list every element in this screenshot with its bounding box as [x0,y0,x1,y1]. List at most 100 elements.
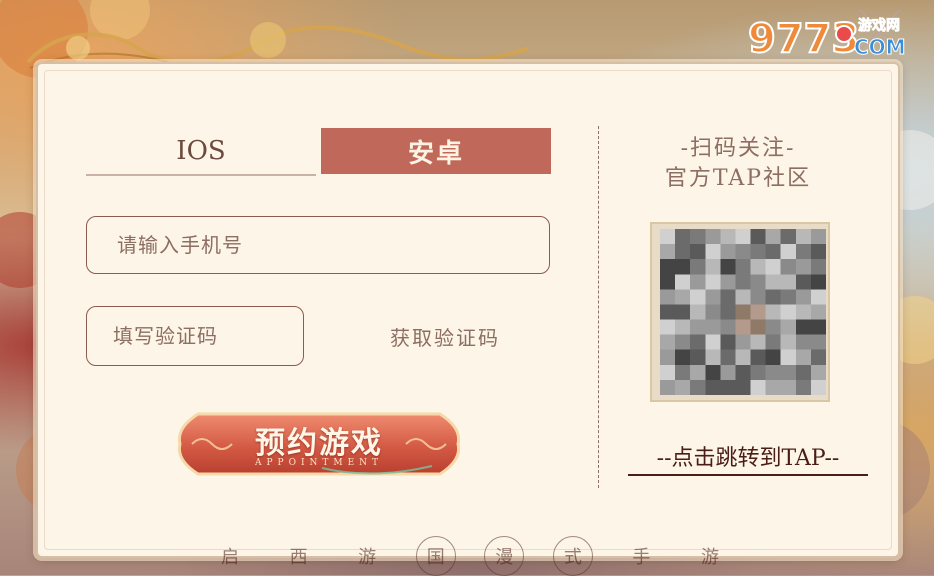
qr-cell [690,259,706,275]
qr-cell [705,289,721,305]
qr-cell [765,244,781,260]
qr-cell [810,259,826,275]
qr-cell [765,274,781,290]
qr-cell [735,319,751,335]
qr-code-icon [660,229,826,395]
qr-cell [750,244,766,260]
slogan-char: 启 [221,547,239,568]
qr-cell [660,274,676,290]
qr-cell [780,379,796,395]
qr-cell [810,349,826,365]
qr-cell [765,334,781,350]
qr-cell [660,244,676,260]
qr-cell [765,349,781,365]
qr-cell [675,244,691,260]
qr-cell [780,334,796,350]
tap-link[interactable]: --点击跳转到TAP-- [628,440,868,476]
qr-cell [795,364,811,380]
verification-code-input[interactable] [86,306,304,366]
qr-cell [675,229,691,245]
qr-cell [705,334,721,350]
qr-cell [780,364,796,380]
qr-cell [660,334,676,350]
qr-cell [720,244,736,260]
qr-cell [750,334,766,350]
qr-cell [765,379,781,395]
qr-cell [720,304,736,320]
get-code-button[interactable]: 获取验证码 [356,320,534,352]
qr-cell [750,304,766,320]
qr-cell [780,349,796,365]
qr-cell [750,319,766,335]
tab-ios[interactable]: IOS [86,128,316,176]
qr-cell [690,229,706,245]
qr-cell [780,274,796,290]
qr-cell [810,364,826,380]
qr-title: -扫码关注- [680,136,796,161]
qr-cell [765,229,781,245]
appointment-label: 预约游戏 [255,426,383,461]
qr-cell [720,229,736,245]
qr-cell [735,244,751,260]
qr-cell [795,334,811,350]
slogan-char: 国 [415,536,456,576]
qr-cell [690,244,706,260]
appointment-sublabel: APPOINTMENT [254,458,384,468]
slogan-char: 手 [632,547,651,568]
qr-cell [735,364,751,380]
qr-cell [765,364,781,380]
qr-cell [795,229,811,245]
qr-cell [810,334,826,350]
qr-cell [690,319,706,335]
qr-cell [705,379,721,395]
qr-cell [795,349,811,365]
phone-input[interactable] [86,216,550,274]
qr-cell [675,319,691,335]
qr-cell [675,259,691,275]
tab-android[interactable]: 安卓 [321,128,551,174]
qr-cell [705,244,721,260]
qr-cell [810,229,826,245]
qr-cell [795,379,811,395]
site-logo-icon: 9773 游戏网 COM [747,15,906,63]
qr-cell [690,349,706,365]
qr-cell [780,319,796,335]
qr-cell [675,274,691,290]
qr-cell [735,334,751,350]
qr-cell [720,379,736,395]
qr-cell [765,259,781,275]
qr-cell [690,364,706,380]
qr-cell [735,274,751,290]
qr-cell [765,304,781,320]
qr-cell [795,304,811,320]
qr-cell [765,289,781,305]
qr-cell [660,364,676,380]
qr-cell [690,379,706,395]
slogan-char: 游 [358,547,377,568]
qr-cell [705,229,721,245]
bottom-slogan: 启 西 游 国 漫 式 手 游 [210,536,730,576]
qr-frame [650,222,830,402]
qr-cell [810,289,826,305]
section-divider [598,126,599,488]
qr-cell [675,349,691,365]
qr-cell [720,349,736,365]
qr-cell [780,304,796,320]
qr-cell [795,274,811,290]
qr-cell [750,349,766,365]
slogan-char: 西 [289,547,308,568]
appointment-button[interactable]: 预约游戏 APPOINTMENT [172,408,466,482]
qr-cell [675,304,691,320]
qr-subtitle: 官方TAP社区 [664,166,812,191]
qr-cell [735,259,751,275]
qr-cell [780,289,796,305]
qr-cell [705,349,721,365]
qr-cell [660,349,676,365]
qr-cell [810,274,826,290]
qr-cell [750,364,766,380]
qr-cell [675,379,691,395]
qr-cell [735,289,751,305]
qr-cell [720,319,736,335]
qr-cell [690,334,706,350]
qr-cell [720,259,736,275]
